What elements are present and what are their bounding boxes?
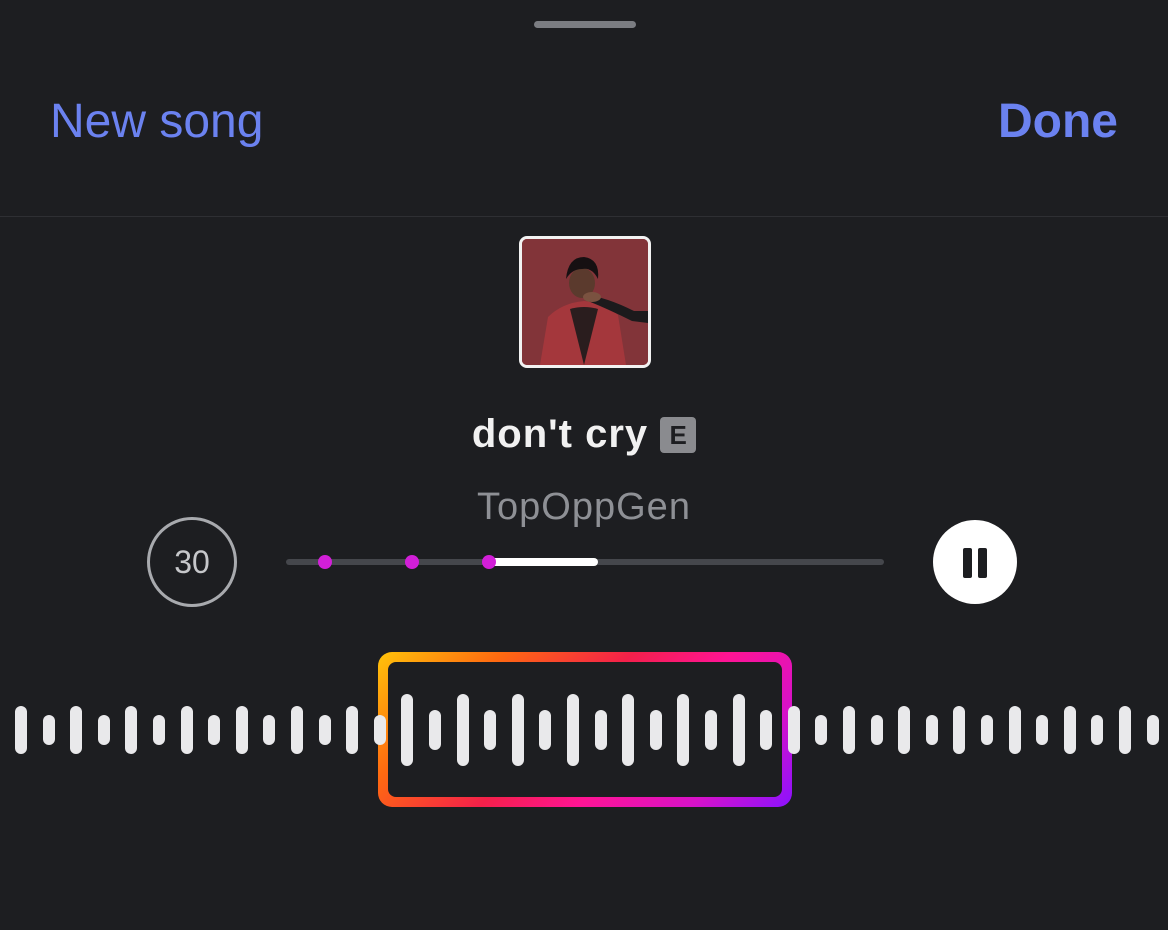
waveform-bar xyxy=(15,706,27,754)
waveform-bar xyxy=(511,694,524,766)
waveform-bar xyxy=(594,710,607,750)
done-button[interactable]: Done xyxy=(998,92,1118,152)
album-cover-art xyxy=(522,239,648,365)
waveform-bar xyxy=(318,715,331,745)
album-cover xyxy=(519,236,651,368)
waveform-bar xyxy=(1146,715,1159,745)
waveform-bar xyxy=(235,706,248,754)
waveform-bar xyxy=(208,715,221,745)
waveform-bar xyxy=(732,694,745,766)
header-divider xyxy=(0,216,1168,217)
waveform-bar xyxy=(705,710,717,750)
waveform-bar xyxy=(180,706,193,754)
song-title: don't cry xyxy=(471,412,649,456)
pause-button[interactable] xyxy=(933,520,1017,604)
waveform-bar xyxy=(622,694,635,766)
progress-selection xyxy=(490,558,598,566)
waveform-bar xyxy=(898,706,911,754)
waveform-bar xyxy=(843,706,855,754)
waveform-bar xyxy=(456,694,469,766)
new-song-button[interactable]: New song xyxy=(50,92,263,152)
waveform-bar xyxy=(677,694,690,766)
waveform-bar xyxy=(787,706,800,754)
waveform-bar xyxy=(1119,706,1131,754)
song-title-row: don't cry E xyxy=(0,412,1168,468)
audio-waveform[interactable] xyxy=(0,690,1168,770)
waveform-bar xyxy=(1008,706,1021,754)
waveform-bar xyxy=(760,710,773,750)
waveform-bar xyxy=(1091,715,1104,745)
music-picker-sheet: New song Done don't cry E TopOppGen 30 xyxy=(0,0,1168,930)
waveform-bar xyxy=(263,715,276,745)
waveform-bar xyxy=(153,715,165,745)
waveform-bar xyxy=(815,715,828,745)
waveform-bar xyxy=(1063,706,1076,754)
waveform-bar xyxy=(925,715,938,745)
waveform-bar xyxy=(484,710,497,750)
waveform-bar xyxy=(539,710,552,750)
sheet-grabber[interactable] xyxy=(534,21,636,28)
duration-button[interactable]: 30 xyxy=(147,517,237,607)
waveform-bar xyxy=(373,715,386,745)
waveform-bar xyxy=(291,706,303,754)
waveform-bar xyxy=(649,710,662,750)
waveform-bar xyxy=(870,715,883,745)
clip-marker[interactable] xyxy=(482,555,496,569)
waveform-bar xyxy=(42,715,55,745)
explicit-badge: E xyxy=(660,416,697,453)
waveform-bar xyxy=(401,694,414,766)
waveform-bar xyxy=(429,710,441,750)
clip-marker[interactable] xyxy=(405,555,419,569)
waveform-bar xyxy=(346,706,359,754)
waveform-bar xyxy=(981,715,993,745)
waveform-bar xyxy=(1036,715,1049,745)
waveform-bar xyxy=(70,706,83,754)
waveform-bar xyxy=(567,694,579,766)
waveform-bar xyxy=(953,706,966,754)
waveform-bar xyxy=(125,706,138,754)
waveform-bar xyxy=(97,715,110,745)
clip-marker[interactable] xyxy=(318,555,332,569)
